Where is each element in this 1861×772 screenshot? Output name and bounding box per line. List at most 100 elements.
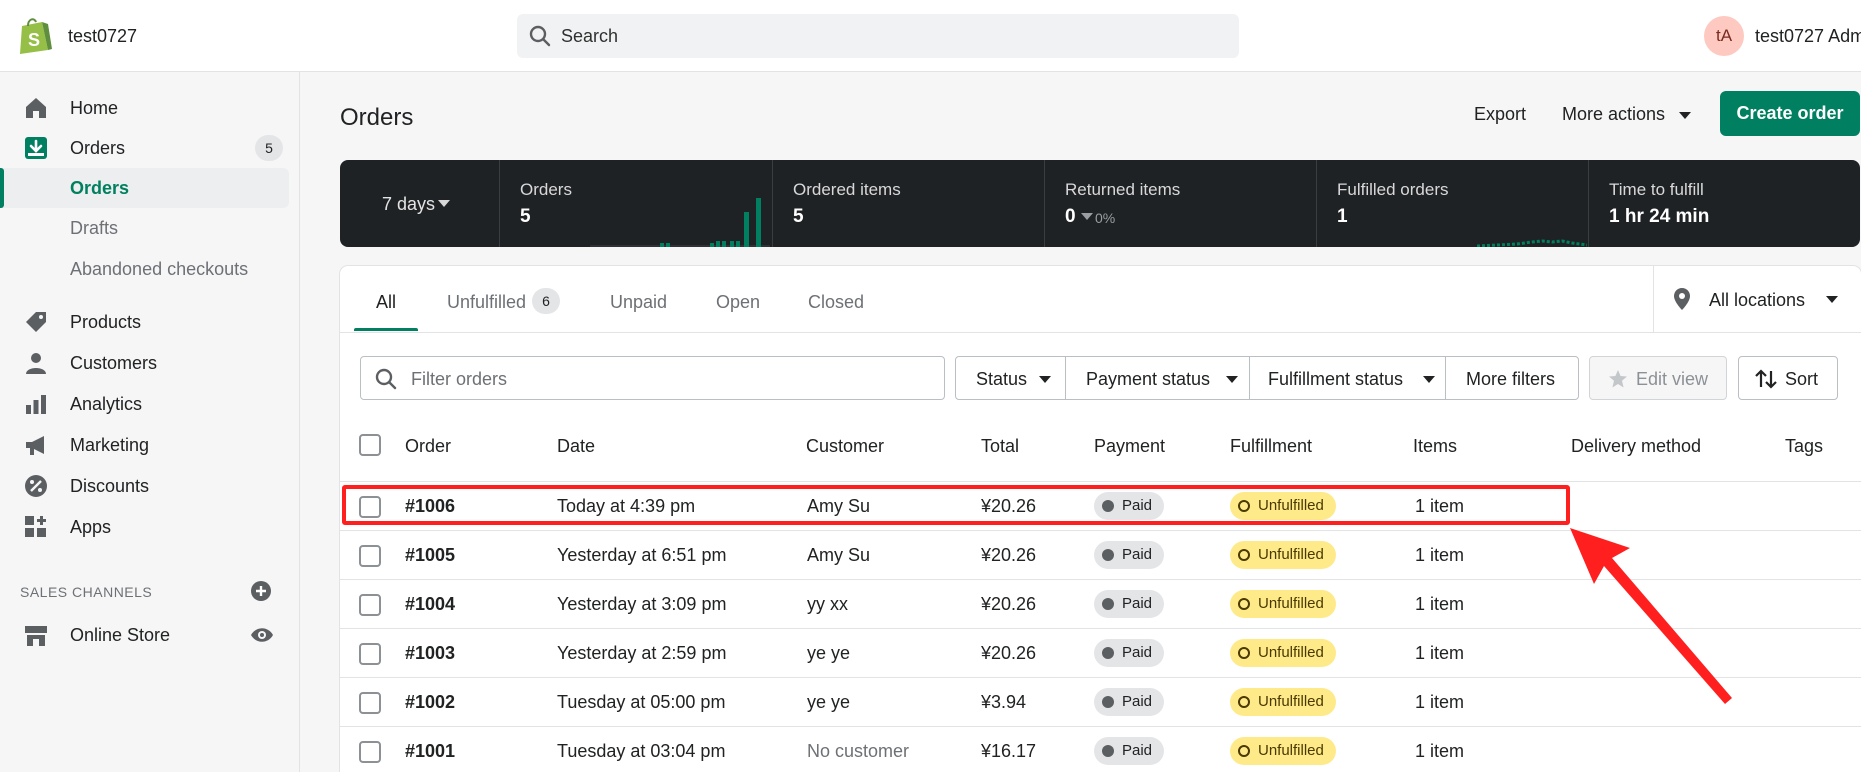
stat-fulfilled-orders[interactable]: Fulfilled orders 1 (1317, 160, 1589, 247)
tab-all[interactable]: All (376, 292, 396, 313)
order-items[interactable]: 1 item (1415, 545, 1464, 566)
add-circle-icon[interactable] (250, 580, 272, 602)
order-total: ¥20.26 (981, 643, 1037, 663)
stat-orders[interactable]: Orders 5 (500, 160, 773, 247)
select-all-checkbox[interactable] (359, 434, 381, 456)
page-title: Orders (340, 104, 414, 131)
column-header-payment[interactable]: Payment (1094, 436, 1165, 457)
avatar[interactable]: tA (1704, 16, 1744, 56)
payment-status-label: Paid (1122, 644, 1153, 661)
order-date: Yesterday at 6:51 pm (557, 545, 727, 565)
sidebar-item-label: Online Store (70, 625, 171, 645)
sidebar-item-discounts[interactable]: Discounts (0, 466, 300, 506)
tab-unfulfilled[interactable]: Unfulfilled (447, 292, 526, 313)
search-input[interactable]: Search (517, 14, 1239, 58)
sidebar-item-marketing[interactable]: Marketing (0, 425, 300, 465)
order-items[interactable]: 1 item (1415, 692, 1464, 713)
sort-button[interactable]: Sort (1738, 356, 1838, 400)
order-total: ¥20.26 (981, 545, 1037, 565)
column-header-fulfillment[interactable]: Fulfillment (1230, 436, 1312, 457)
user-name[interactable]: test0727 Adm (1755, 26, 1861, 47)
status-filter-button[interactable]: Status (955, 356, 1066, 400)
location-selector[interactable]: All locations (1653, 266, 1861, 332)
sidebar-item-label: Discounts (70, 476, 150, 496)
fulfillment-status-filter-button[interactable]: Fulfillment status (1249, 356, 1446, 400)
discount-icon (25, 475, 47, 497)
stat-returned-items[interactable]: Returned items 0 0% (1045, 160, 1317, 247)
sidebar-item-label: Analytics (70, 394, 143, 414)
stat-label: Ordered items (793, 180, 901, 199)
search-icon (375, 368, 397, 390)
order-items[interactable]: 1 item (1415, 741, 1464, 762)
export-button[interactable]: Export (1474, 104, 1526, 125)
order-total: ¥20.26 (981, 594, 1037, 614)
caret-down-icon (1226, 376, 1238, 383)
row-checkbox[interactable] (359, 741, 381, 763)
stat-time-to-fulfill[interactable]: Time to fulfill 1 hr 24 min (1589, 160, 1860, 247)
shopify-logo-icon[interactable]: S (18, 16, 52, 54)
order-items[interactable]: 1 item (1415, 643, 1464, 664)
row-checkbox[interactable] (359, 643, 381, 665)
button-label: More filters (1466, 369, 1556, 389)
sidebar-item-orders[interactable]: Orders 5 (0, 128, 300, 168)
order-number[interactable]: #1001 (405, 741, 455, 762)
apps-icon (25, 516, 46, 537)
sidebar-subitem-orders[interactable]: Orders (0, 168, 300, 208)
column-header-delivery-method[interactable]: Delivery method (1571, 436, 1701, 457)
orders-count-badge: 5 (255, 135, 283, 161)
order-customer: No customer (807, 741, 910, 761)
sidebar-item-home[interactable]: Home (0, 88, 300, 128)
bar-chart-icon (26, 395, 46, 414)
column-header-date[interactable]: Date (557, 436, 595, 457)
sidebar-item-label: Abandoned checkouts (70, 259, 249, 279)
home-icon (26, 98, 46, 118)
sidebar-item-products[interactable]: Products (0, 302, 300, 342)
order-date: Yesterday at 2:59 pm (557, 643, 727, 663)
stat-label: Orders (520, 180, 572, 199)
column-header-items[interactable]: Items (1413, 436, 1457, 457)
tab-closed[interactable]: Closed (808, 292, 864, 313)
stat-change: 0% (1095, 210, 1116, 226)
sidebar-item-label: Apps (70, 517, 112, 537)
row-checkbox[interactable] (359, 545, 381, 567)
payment-status-label: Paid (1122, 546, 1153, 563)
status-dot (1238, 549, 1250, 561)
order-number[interactable]: #1005 (405, 545, 455, 566)
row-checkbox[interactable] (359, 594, 381, 616)
date-range-selector[interactable]: 7 days (340, 160, 500, 247)
shop-name[interactable]: test0727 (68, 26, 137, 47)
sidebar-item-customers[interactable]: Customers (0, 343, 300, 383)
column-header-order[interactable]: Order (405, 436, 451, 457)
tab-unpaid[interactable]: Unpaid (610, 292, 667, 313)
fulfillment-status-label: Unfulfilled (1258, 595, 1324, 612)
sidebar-item-analytics[interactable]: Analytics (0, 384, 300, 424)
search-icon (529, 25, 551, 47)
tab-open[interactable]: Open (716, 292, 760, 313)
stat-ordered-items[interactable]: Ordered items 5 (773, 160, 1045, 247)
more-actions-button[interactable]: More actions (1562, 104, 1692, 125)
sidebar-subitem-abandoned-checkouts[interactable]: Abandoned checkouts (0, 249, 300, 289)
edit-view-button[interactable]: Edit view (1589, 356, 1727, 400)
column-header-customer[interactable]: Customer (806, 436, 884, 457)
date-range-label: 7 days (382, 194, 436, 214)
filter-orders-input[interactable]: Filter orders (360, 356, 945, 400)
row-checkbox[interactable] (359, 692, 381, 714)
order-number[interactable]: #1004 (405, 594, 455, 615)
column-header-total[interactable]: Total (981, 436, 1019, 457)
status-dot (1102, 745, 1114, 757)
eye-icon[interactable] (250, 624, 274, 646)
table-row[interactable]: #1001 Tuesday at 03:04 pm No customer ¥1… (340, 726, 1861, 772)
order-number[interactable]: #1002 (405, 692, 455, 713)
stat-value: 1 hr 24 min (1609, 206, 1710, 227)
sidebar-item-apps[interactable]: Apps (0, 507, 300, 547)
payment-status-badge: Paid (1094, 590, 1165, 618)
order-items[interactable]: 1 item (1415, 594, 1464, 615)
status-dot (1238, 696, 1250, 708)
payment-status-filter-button[interactable]: Payment status (1065, 356, 1250, 400)
more-filters-button[interactable]: More filters (1445, 356, 1579, 400)
sidebar-subitem-drafts[interactable]: Drafts (0, 208, 300, 248)
create-order-button[interactable]: Create order (1720, 91, 1860, 136)
order-number[interactable]: #1003 (405, 643, 455, 664)
filter-placeholder: Filter orders (411, 369, 508, 389)
column-header-tags[interactable]: Tags (1785, 436, 1823, 457)
